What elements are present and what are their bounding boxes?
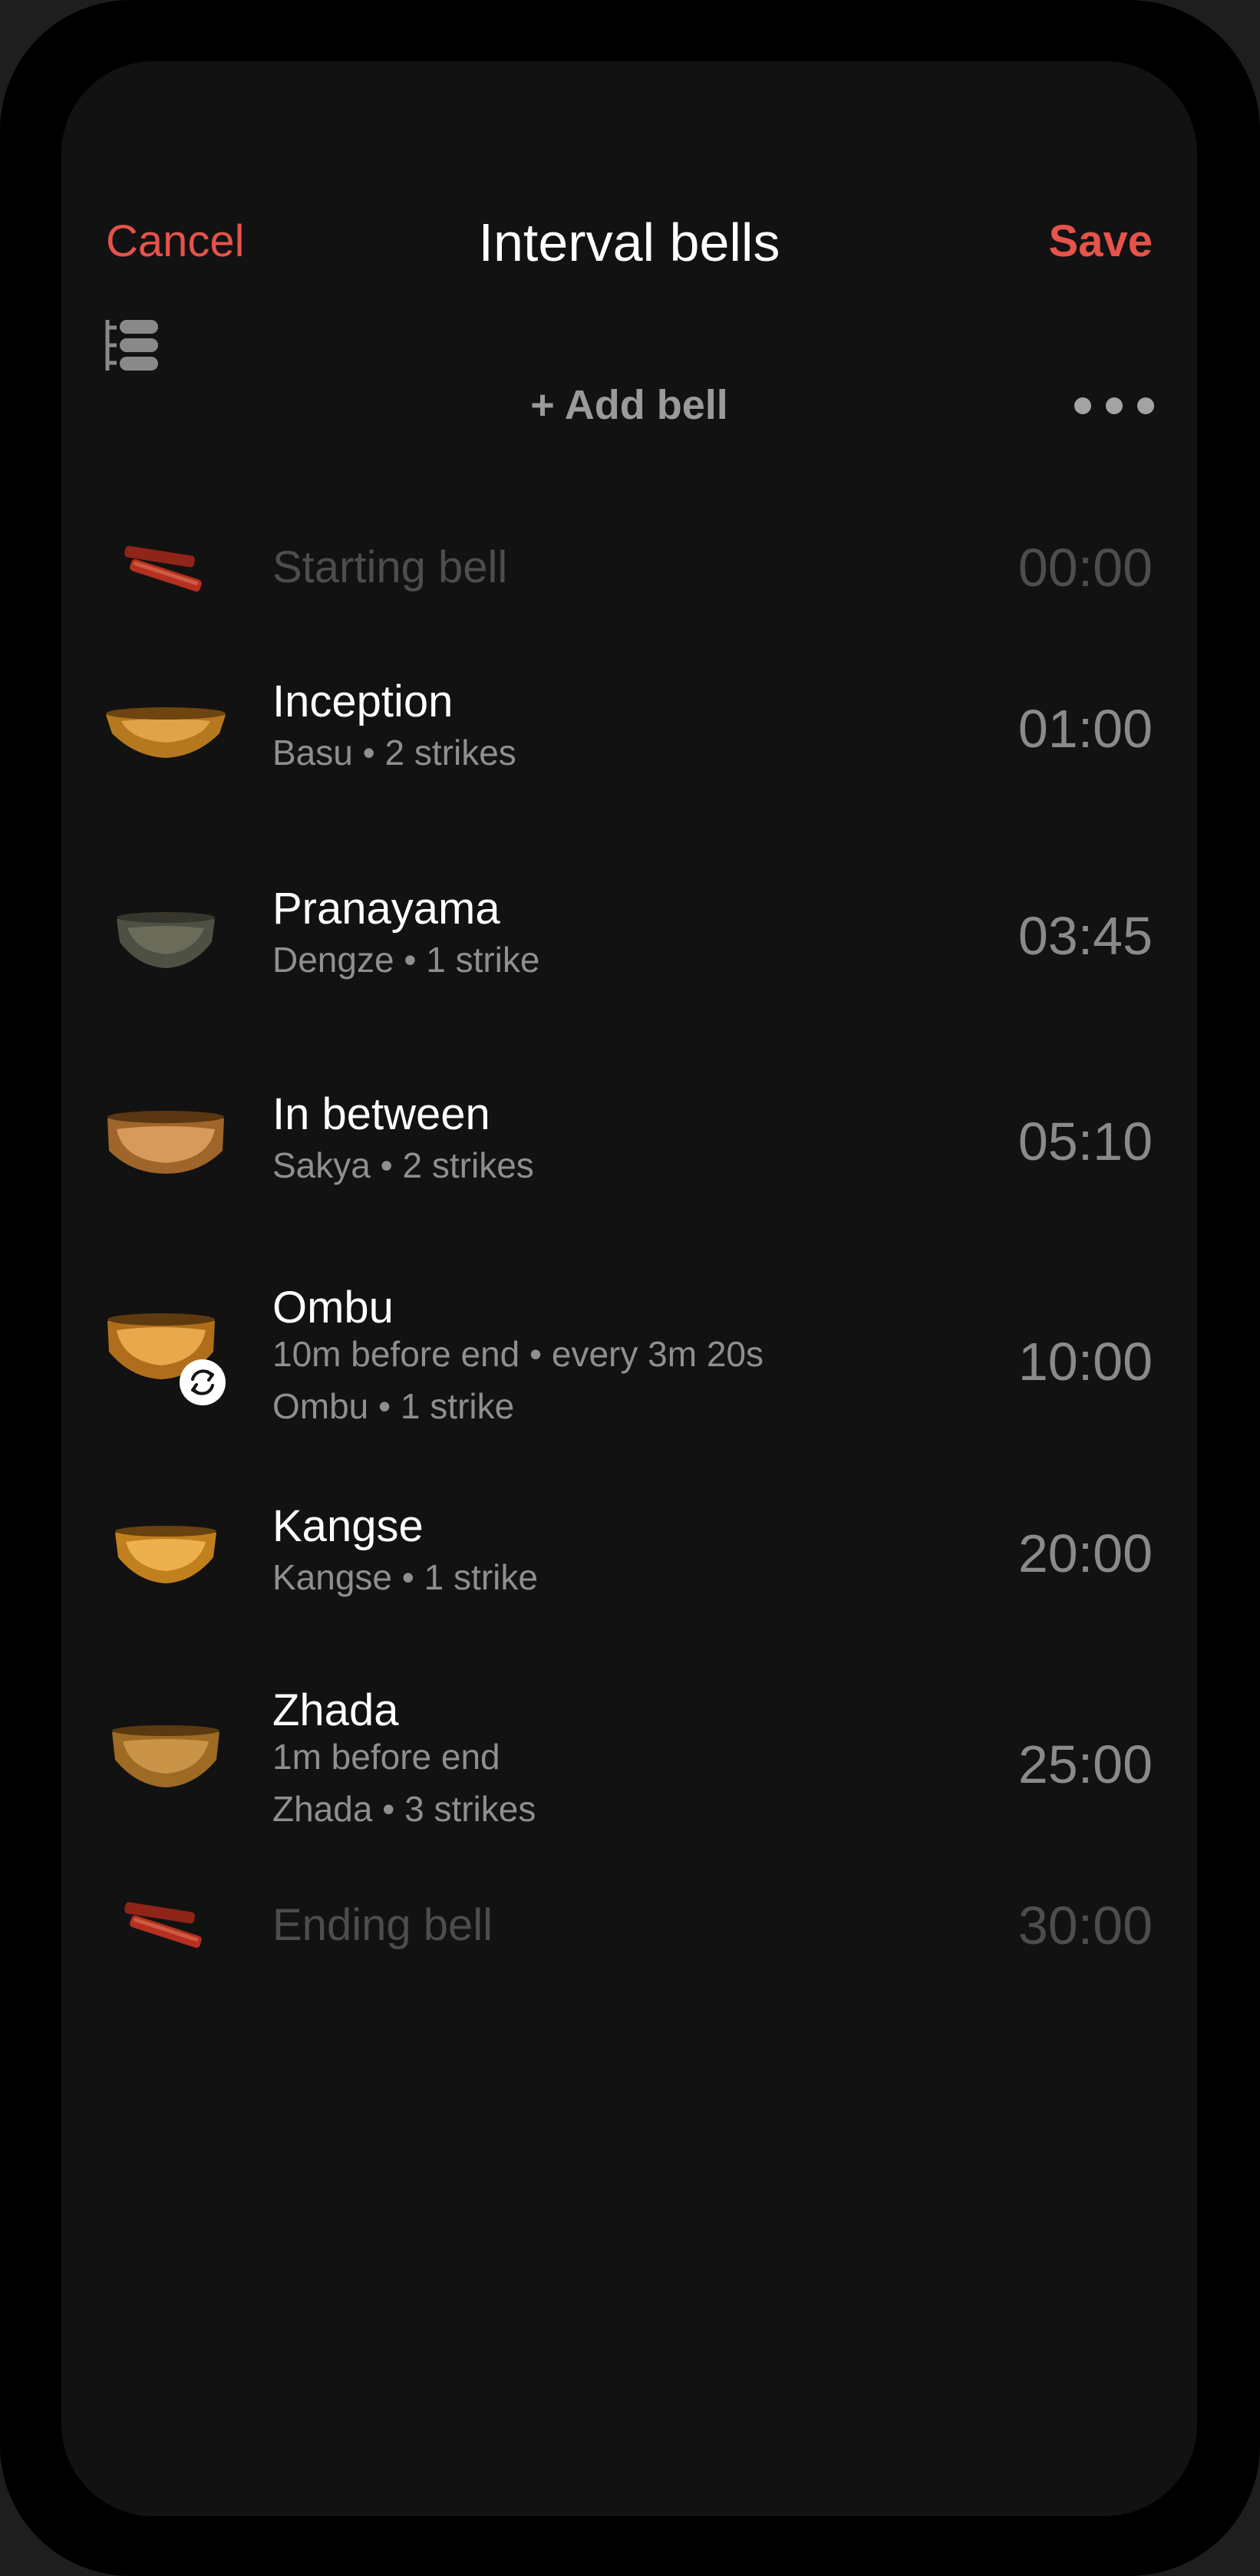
bell-row-inception[interactable]: Inception Basu • 2 strikes 01:00 (61, 652, 1197, 805)
striker-icon (104, 1887, 227, 1964)
bell-row-kangse[interactable]: Kangse Kangse • 1 strike 20:00 (61, 1477, 1197, 1630)
interval-bells-screen: Cancel Interval bells Save + Add bell St… (61, 61, 1197, 2516)
list-reorder-icon[interactable] (104, 317, 161, 374)
page-title: Interval bells (478, 212, 780, 272)
bell-name: Starting bell (272, 542, 508, 592)
bell-row-ombu[interactable]: Ombu 10m before end • every 3m 20s Ombu … (61, 1258, 1197, 1465)
bell-time: 20:00 (1018, 1524, 1153, 1583)
bell-name: Inception (272, 677, 454, 726)
bowl-icon (104, 905, 227, 974)
bowl-icon (104, 698, 227, 767)
save-button[interactable]: Save (1049, 215, 1153, 268)
add-bell-button[interactable]: + Add bell (491, 378, 767, 432)
bell-row-ending[interactable]: Ending bell 30:00 (61, 1879, 1197, 1972)
bell-time: 30:00 (1018, 1896, 1153, 1955)
bell-schedule: 1m before end (272, 1737, 500, 1777)
bell-name: Ombu (272, 1283, 394, 1332)
bell-name: In between (272, 1089, 490, 1139)
bell-time: 00:00 (1018, 538, 1153, 598)
striker-icon (104, 529, 227, 606)
bell-details: Dengze • 1 strike (272, 940, 540, 980)
bell-name: Ending bell (272, 1900, 493, 1950)
bell-time: 05:10 (1018, 1112, 1153, 1171)
bell-time: 03:45 (1018, 906, 1153, 966)
bell-details: Kangse • 1 strike (272, 1557, 538, 1597)
bell-time: 10:00 (1018, 1332, 1153, 1392)
repeat-icon (180, 1359, 226, 1405)
bell-name: Pranayama (272, 884, 500, 934)
bell-name: Kangse (272, 1501, 424, 1551)
bell-row-zhada[interactable]: Zhada 1m before end Zhada • 3 strikes 25… (61, 1661, 1197, 1868)
bell-details: Sakya • 2 strikes (272, 1145, 534, 1185)
bell-row-starting[interactable]: Starting bell 00:00 (61, 514, 1197, 621)
bell-details: Zhada • 3 strikes (272, 1789, 536, 1829)
bell-row-pranayama[interactable]: Pranayama Dengze • 1 strike 03:45 (61, 859, 1197, 1013)
bowl-icon (104, 1103, 227, 1180)
bell-row-in-between[interactable]: In between Sakya • 2 strikes 05:10 (61, 1065, 1197, 1218)
bell-schedule: 10m before end • every 3m 20s (272, 1334, 764, 1374)
bell-time: 01:00 (1018, 699, 1153, 759)
device-frame: Cancel Interval bells Save + Add bell St… (0, 0, 1260, 2576)
bell-details: Basu • 2 strikes (272, 733, 516, 772)
more-dots-icon[interactable] (1074, 390, 1154, 420)
bowl-icon (104, 1718, 227, 1795)
bell-name: Zhada (272, 1685, 399, 1735)
bell-time: 25:00 (1018, 1734, 1153, 1794)
bell-details: Ombu • 1 strike (272, 1386, 515, 1426)
bowl-icon (104, 1519, 227, 1588)
